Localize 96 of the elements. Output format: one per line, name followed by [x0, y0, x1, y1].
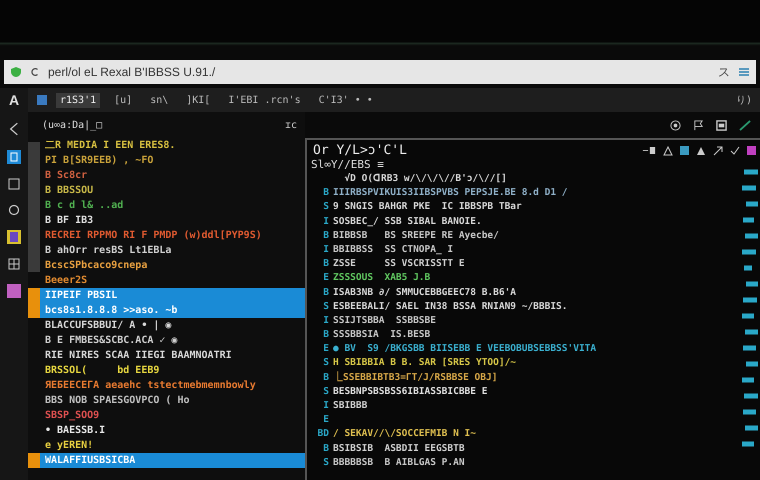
line-marker: E: [322, 413, 330, 428]
sidebar-header: (u∞a:Da|_□: [42, 120, 102, 130]
sidebar-item[interactable]: • BAESSB.I: [45, 424, 106, 437]
minus-icon[interactable]: [642, 146, 656, 155]
toolbar-tab[interactable]: r1S3'1: [56, 92, 100, 108]
sidebar-item[interactable]: Beeer2S: [45, 274, 88, 287]
line-marker: B: [322, 286, 330, 300]
editor-title: Or Y/L>ɔ'C'L: [313, 143, 407, 158]
pen-icon[interactable]: [739, 120, 752, 130]
logo-text: A: [8, 92, 20, 108]
sidebar-item[interactable]: B BBSSOU: [45, 184, 94, 197]
check-icon[interactable]: [730, 146, 740, 156]
target-icon[interactable]: [670, 120, 681, 130]
window-icon[interactable]: [8, 178, 20, 190]
line-marker: B: [322, 442, 330, 456]
sidebar-item[interactable]: BRSSOL( bd EEB9: [45, 364, 160, 377]
sidebar-item[interactable]: WALAFFIUSBSICBA: [45, 454, 136, 467]
toolbar-tab[interactable]: sn\: [146, 92, 172, 108]
file-icon[interactable]: [36, 94, 48, 106]
circle-icon[interactable]: [8, 204, 20, 216]
line-marker: B: [322, 186, 330, 200]
sidebar-item[interactable]: B c d l& ..ad: [45, 199, 124, 212]
code-line: ESBEEBALI/ SAEL IN38 BSSA RNIAN9 ~/BBBIS.: [333, 300, 568, 314]
sidebar-item[interactable]: B Sc8cr: [45, 169, 88, 182]
grid-icon[interactable]: [8, 258, 20, 270]
toolbar-tab[interactable]: C'I3' • •: [314, 92, 377, 108]
line-marker: I: [322, 242, 330, 257]
sidebar-item[interactable]: B E FMBES&SCBC.ACA ✓ ◉: [45, 334, 178, 347]
code-line: ⎿SSEBBIBTB3=ΓT/J/RSBBSE OBJ]: [333, 370, 498, 385]
line-marker: I: [322, 314, 330, 328]
menu-icon[interactable]: [738, 66, 750, 78]
sidebar-item[interactable]: PI B[SR9EEB) , ~FO: [45, 154, 154, 167]
sidebar-item[interactable]: IIPEIF PBSIL: [45, 289, 118, 302]
flag-icon[interactable]: [693, 120, 704, 130]
editor-subtitle: Sl∞Y//EBS ≡: [310, 158, 385, 172]
sidebar-item[interactable]: BLACCUFSBBUI/ A • | ◉: [45, 319, 172, 332]
scrollbar[interactable]: [28, 142, 40, 272]
code-line: ZSSE SS VSCRISSTT E: [333, 257, 465, 272]
sidebar-label: ɪc: [284, 120, 297, 130]
sidebar-item[interactable]: e yEREN!: [45, 439, 94, 452]
toolbar-tab[interactable]: I'EBI .rcn's: [224, 92, 305, 108]
sidebar-item[interactable]: RECREI RPPMO RI F PMDP (w)ddl[PYP9S): [45, 229, 262, 242]
toolbar-tab[interactable]: ]KI[: [182, 92, 214, 108]
sidebar-item[interactable]: bcs8s1.8.8.8 >>aso. ~b: [45, 304, 178, 317]
code-line: SSIJTSBBA SSBBSBE: [333, 314, 436, 328]
code-line: √D O(ꓷRB3 w/\/\/\//B'ɔ/\/∕[]: [343, 172, 507, 186]
code-line: ISAB3NB ∂/ SMMUCEBBGEEC78 B.B6'A: [333, 286, 516, 300]
image-icon[interactable]: [7, 230, 21, 244]
line-marker: S: [322, 384, 330, 399]
code-line: / SEKAV//\/SOCCEFMIB N I~: [333, 427, 476, 442]
toolbar-tab[interactable]: [u]: [110, 92, 136, 108]
triangle-icon[interactable]: [663, 146, 673, 156]
code-line: BSIBSIB ASBDII EEGSBTB: [333, 442, 465, 456]
code-line: H SBIBBIA B B. SAR [SRES YTOO]/~: [333, 356, 516, 370]
sidebar-item[interactable]: BBS NOB SPAESGOVPCO ( Ho: [45, 394, 190, 407]
sidebar-item[interactable]: 二R MEDIA I EEN ERES8.: [45, 139, 176, 152]
line-marker: B: [322, 328, 330, 342]
sidebar-item[interactable]: ЯEБEECEГA aeaehc tstectmebmemnbowly: [45, 379, 256, 392]
line-marker: S: [322, 200, 330, 214]
back-icon[interactable]: [9, 122, 19, 136]
shield-icon: [10, 66, 22, 78]
address-bar-text: ス: [718, 64, 730, 80]
url-text: perl/ol eL Rexal B'IBBSS U.91./: [48, 65, 216, 79]
line-marker: B: [322, 228, 330, 243]
line-marker: S: [322, 300, 330, 314]
code-line: BBIBBSS SS CTNOPA_ I: [333, 242, 454, 257]
code-line: 9 SNGIS BAHGR PKE IC IBBSPB TBar: [333, 200, 522, 214]
line-marker: E: [322, 342, 330, 356]
code-line: BBBBBSB B AIBLGAS P.AN: [333, 456, 465, 470]
reload-icon[interactable]: [30, 67, 40, 77]
code-line: IIIRBSPVIKUIS3IIBSPVBS PEPSJE.BE 8.d D1 ∕: [333, 186, 568, 200]
triangle-icon[interactable]: [696, 146, 706, 156]
square-icon[interactable]: [716, 120, 727, 130]
arrow-icon[interactable]: [713, 146, 723, 156]
sidebar-item[interactable]: B ahOrr resBS Lt1EBLa: [45, 244, 172, 257]
line-marker: BD: [316, 427, 330, 442]
sidebar-item[interactable]: BcscSPbcaco9cnepa: [45, 259, 148, 272]
code-line: SOSBEC_/ SSB SIBAL BANOIE.: [333, 214, 482, 229]
line-marker: B: [322, 370, 330, 385]
toolbar-text: り): [736, 94, 752, 107]
code-line: ● BV S9 /BKGSBB BIISEBB E VEEBOBUBSEBBSS'VITA: [333, 342, 596, 356]
code-line: SBIBBB: [333, 399, 368, 413]
code-line: BIBBSB BS SREEPE RE Ayecbe/: [333, 228, 499, 243]
address-bar[interactable]: perl/ol eL Rexal B'IBBSS U.91./ ス: [4, 60, 756, 84]
code-line: BESBNPSBSBSS6IBIASSBICBBE E: [333, 384, 488, 399]
sidebar-item[interactable]: RIE NIRES SCAA IIEGI BAAMNOATRI: [45, 349, 232, 362]
line-marker: B: [322, 257, 330, 272]
line-marker: I: [322, 399, 330, 413]
sidebar-item[interactable]: SBSP_SOO9: [45, 409, 100, 422]
code-line: SSSBBSIA IS.BESB: [333, 328, 430, 342]
line-marker: I: [322, 214, 330, 229]
line-marker: S: [322, 456, 330, 470]
line-marker: E: [322, 271, 330, 286]
sidebar-item[interactable]: B BF IB3: [45, 214, 94, 227]
line-marker: S: [322, 356, 330, 370]
code-line: ZSSSOUS XAB5 J.B: [333, 271, 430, 286]
